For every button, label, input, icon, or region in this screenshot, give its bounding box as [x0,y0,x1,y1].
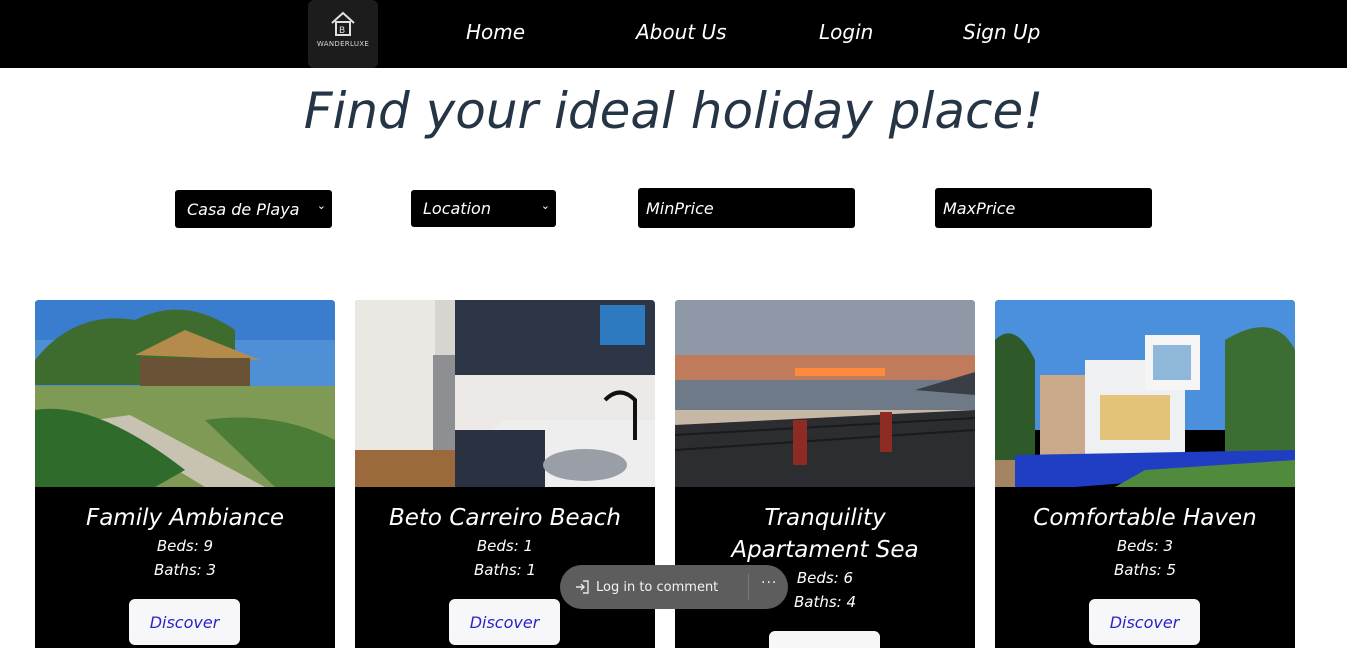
listing-beds: Beds: 3 [1116,537,1174,555]
listing-title: Comfortable Haven [1033,505,1257,531]
discover-button[interactable]: Discover [769,631,880,648]
brand-name: WANDERLUXE [316,40,370,48]
listing-title-line-2: Apartament Sea [731,537,919,563]
top-navbar: B WANDERLUXE Home About Us Login Sign Up [0,0,1347,68]
listing-baths: Baths: 5 [1113,561,1177,579]
location-value: Location [423,199,491,218]
listing-beds: Beds: 9 [156,537,214,555]
property-type-select[interactable]: Casa de Playa ⌄ [175,190,332,228]
more-options-icon[interactable]: ··· [761,575,777,591]
listing-photo-villa-pool [995,300,1295,487]
discover-button[interactable]: Discover [1089,599,1200,645]
chevron-down-icon: ⌄ [316,199,326,212]
max-price-input[interactable]: MaxPrice [935,188,1152,228]
svg-text:B: B [339,26,345,36]
listing-title: Beto Carreiro Beach [388,505,622,531]
nav-sign-up[interactable]: Sign Up [963,20,1040,44]
listing-photo-garden [35,300,335,487]
listing-title-line-1: Tranquility [764,505,886,531]
house-logo-icon: B [331,11,355,36]
min-price-placeholder: MinPrice [646,198,714,218]
listing-beds: Beds: 1 [476,537,534,555]
location-select[interactable]: Location ⌄ [411,190,556,227]
listing-card: Comfortable Haven Beds: 3 Baths: 5 Disco… [995,300,1295,648]
nav-login[interactable]: Login [819,20,873,44]
login-arrow-icon [576,580,589,594]
discover-button[interactable]: Discover [449,599,560,645]
listing-photo-kitchen [355,300,655,487]
listing-baths: Baths: 3 [153,561,217,579]
nav-home[interactable]: Home [466,20,525,44]
listing-card: Family Ambiance Beds: 9 Baths: 3 Discove… [35,300,335,648]
listing-title: Family Ambiance [85,505,285,531]
log-in-to-comment-label: Log in to comment [596,579,719,595]
log-in-to-comment-pill[interactable]: Log in to comment ··· [560,565,788,609]
property-type-value: Casa de Playa [187,199,300,219]
discover-button[interactable]: Discover [129,599,240,645]
brand-logo[interactable]: B WANDERLUXE [308,0,378,68]
min-price-input[interactable]: MinPrice [638,188,855,228]
pill-divider [748,574,749,600]
max-price-placeholder: MaxPrice [943,198,1016,218]
nav-about-us[interactable]: About Us [636,20,727,44]
page-title: Find your ideal holiday place! [303,82,1044,140]
listing-photo-sea-sunset [675,300,975,487]
chevron-down-icon: ⌄ [540,199,550,212]
